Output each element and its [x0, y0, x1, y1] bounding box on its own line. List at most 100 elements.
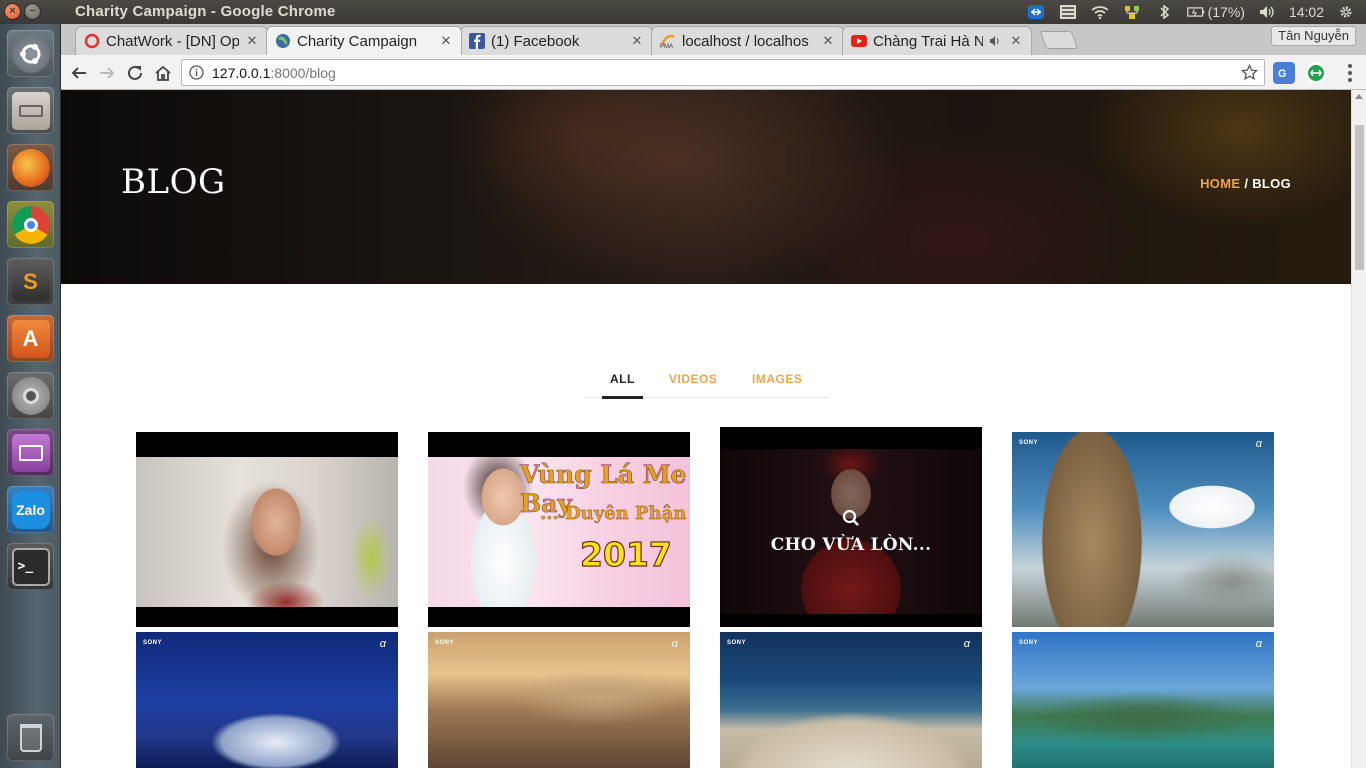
speaker-icon[interactable] [987, 33, 1003, 49]
url-text[interactable]: 127.0.0.1:8000/blog [212, 65, 336, 81]
breadcrumb-separator: / [1244, 176, 1249, 191]
image-tile[interactable]: SONY α [720, 632, 982, 768]
ubuntu-dash-icon[interactable] [7, 30, 54, 77]
system-settings-icon[interactable] [7, 372, 54, 419]
network-status-icon[interactable] [1122, 3, 1142, 21]
sony-logo: SONY [1019, 440, 1039, 446]
battery-percent: (17%) [1207, 4, 1245, 20]
blog-filter-tabs: ALL VIDEOS IMAGES [584, 372, 829, 399]
forward-button[interactable] [95, 61, 119, 85]
video-tile-hover[interactable]: CHO VỪA LÒN... [720, 427, 982, 627]
tab-charity-campaign[interactable]: Charity Campaign ✕ [266, 26, 462, 55]
breadcrumb-current: BLOG [1252, 176, 1291, 191]
sublime-text-icon[interactable]: S [7, 258, 54, 305]
software-center-icon[interactable]: A [7, 315, 54, 362]
clock[interactable]: 14:02 [1289, 4, 1324, 20]
image-tile[interactable]: SONY α [136, 632, 398, 768]
chrome-menu-button[interactable] [1348, 64, 1354, 82]
system-tray: (17%) 14:02 [1026, 2, 1356, 22]
terminal-icon[interactable]: >_ [7, 543, 54, 590]
page-viewport: BLOG HOME / BLOG ALL VIDEOS IMAGES Vùng Lá… [61, 90, 1351, 768]
google-translate-icon[interactable]: G [1273, 62, 1295, 84]
window-controls: × − [4, 3, 41, 20]
reload-icon [128, 65, 142, 80]
info-icon[interactable] [189, 65, 204, 80]
sony-logo: SONY [1019, 640, 1039, 646]
tile-hover-overlay[interactable]: CHO VỪA LÒN... [720, 449, 982, 614]
facebook-icon [469, 33, 485, 49]
profile-button[interactable]: Tân Nguyễn [1271, 26, 1356, 46]
hero-banner: BLOG HOME / BLOG [61, 90, 1351, 284]
image-tile[interactable]: SONY α [1012, 432, 1274, 627]
tab-facebook[interactable]: (1) Facebook ✕ [460, 26, 653, 55]
alpha-logo: α [671, 638, 678, 650]
breadcrumb-home-link[interactable]: HOME [1200, 176, 1240, 191]
files-icon[interactable] [7, 87, 54, 134]
video-tile[interactable]: Vùng Lá Me Bay ... Duyên Phận 2017 [428, 432, 690, 627]
launcher: S A Zalo >_ [0, 24, 61, 768]
tab-title: ChatWork - [DN] Op [106, 32, 239, 50]
extension-icon[interactable] [1305, 62, 1327, 84]
filter-videos[interactable]: VIDEOS [669, 372, 717, 397]
home-button[interactable] [151, 61, 175, 85]
battery-icon[interactable] [1186, 3, 1206, 21]
reload-button[interactable] [123, 61, 147, 85]
url-path: :8000/blog [270, 65, 336, 81]
image-thumbnail: SONY α [1012, 432, 1274, 627]
tab-youtube[interactable]: Chàng Trai Hà N ✕ [842, 26, 1032, 55]
close-tab-icon[interactable]: ✕ [1009, 33, 1023, 48]
keyboard-indicator-icon[interactable] [1058, 3, 1078, 21]
close-tab-icon[interactable]: ✕ [630, 33, 644, 48]
sony-logo: SONY [143, 640, 163, 646]
close-tab-icon[interactable]: ✕ [245, 33, 259, 48]
close-tab-icon[interactable]: ✕ [821, 33, 835, 48]
app-icon[interactable] [7, 429, 54, 476]
search-icon [842, 509, 859, 526]
video-thumbnail [136, 457, 398, 607]
new-tab-button[interactable] [1039, 31, 1079, 49]
minimize-window-button[interactable]: − [24, 3, 41, 20]
gear-icon[interactable] [1336, 3, 1356, 21]
alpha-logo: α [1255, 438, 1262, 450]
teamviewer-icon[interactable] [1026, 3, 1046, 21]
tab-title: localhost / localhos [682, 32, 809, 50]
filter-all[interactable]: ALL [602, 372, 643, 399]
chatwork-icon [84, 33, 100, 49]
close-window-button[interactable]: × [4, 3, 21, 20]
close-tab-icon[interactable]: ✕ [439, 33, 453, 48]
page-scrollbar[interactable] [1351, 90, 1366, 768]
youtube-icon [851, 33, 867, 49]
volume-icon[interactable] [1257, 3, 1277, 21]
svg-text:PMA: PMA [660, 44, 673, 49]
alpha-logo: α [379, 638, 386, 650]
alpha-logo: α [1255, 638, 1262, 650]
filter-images[interactable]: IMAGES [752, 372, 802, 397]
scroll-up-arrow-icon[interactable] [1355, 94, 1363, 99]
image-tile[interactable]: SONY α [428, 632, 690, 768]
chrome-icon[interactable] [7, 201, 54, 248]
video-tile[interactable] [136, 432, 398, 627]
trash-icon[interactable] [7, 714, 54, 761]
terminal-glyph: >_ [11, 547, 50, 586]
wifi-icon[interactable] [1090, 3, 1110, 21]
bluetooth-icon[interactable] [1154, 3, 1174, 21]
address-bar[interactable]: 127.0.0.1:8000/blog [181, 59, 1265, 86]
alpha-logo: α [963, 638, 970, 650]
tab-title: Charity Campaign [297, 32, 418, 50]
bookmark-star-icon[interactable] [1241, 64, 1258, 81]
zalo-icon[interactable]: Zalo [7, 486, 54, 533]
scrollbar-thumb[interactable] [1355, 125, 1364, 270]
tab-phpmyadmin[interactable]: PMA localhost / localhos ✕ [651, 26, 844, 55]
image-thumbnail: SONY α [136, 632, 398, 768]
tab-title: (1) Facebook [491, 32, 580, 50]
image-thumbnail: SONY α [1012, 632, 1274, 768]
image-thumbnail: SONY α [720, 632, 982, 768]
image-tile[interactable]: SONY α [1012, 632, 1274, 768]
browser-window: ChatWork - [DN] Op ✕ Charity Campaign ✕ … [61, 24, 1366, 768]
phpmyadmin-icon: PMA [660, 33, 676, 49]
back-button[interactable] [67, 61, 91, 85]
firefox-icon[interactable] [7, 144, 54, 191]
sublime-text-glyph: S [11, 262, 50, 301]
svg-text:G: G [1278, 68, 1287, 80]
tab-chatwork[interactable]: ChatWork - [DN] Op ✕ [75, 26, 268, 55]
